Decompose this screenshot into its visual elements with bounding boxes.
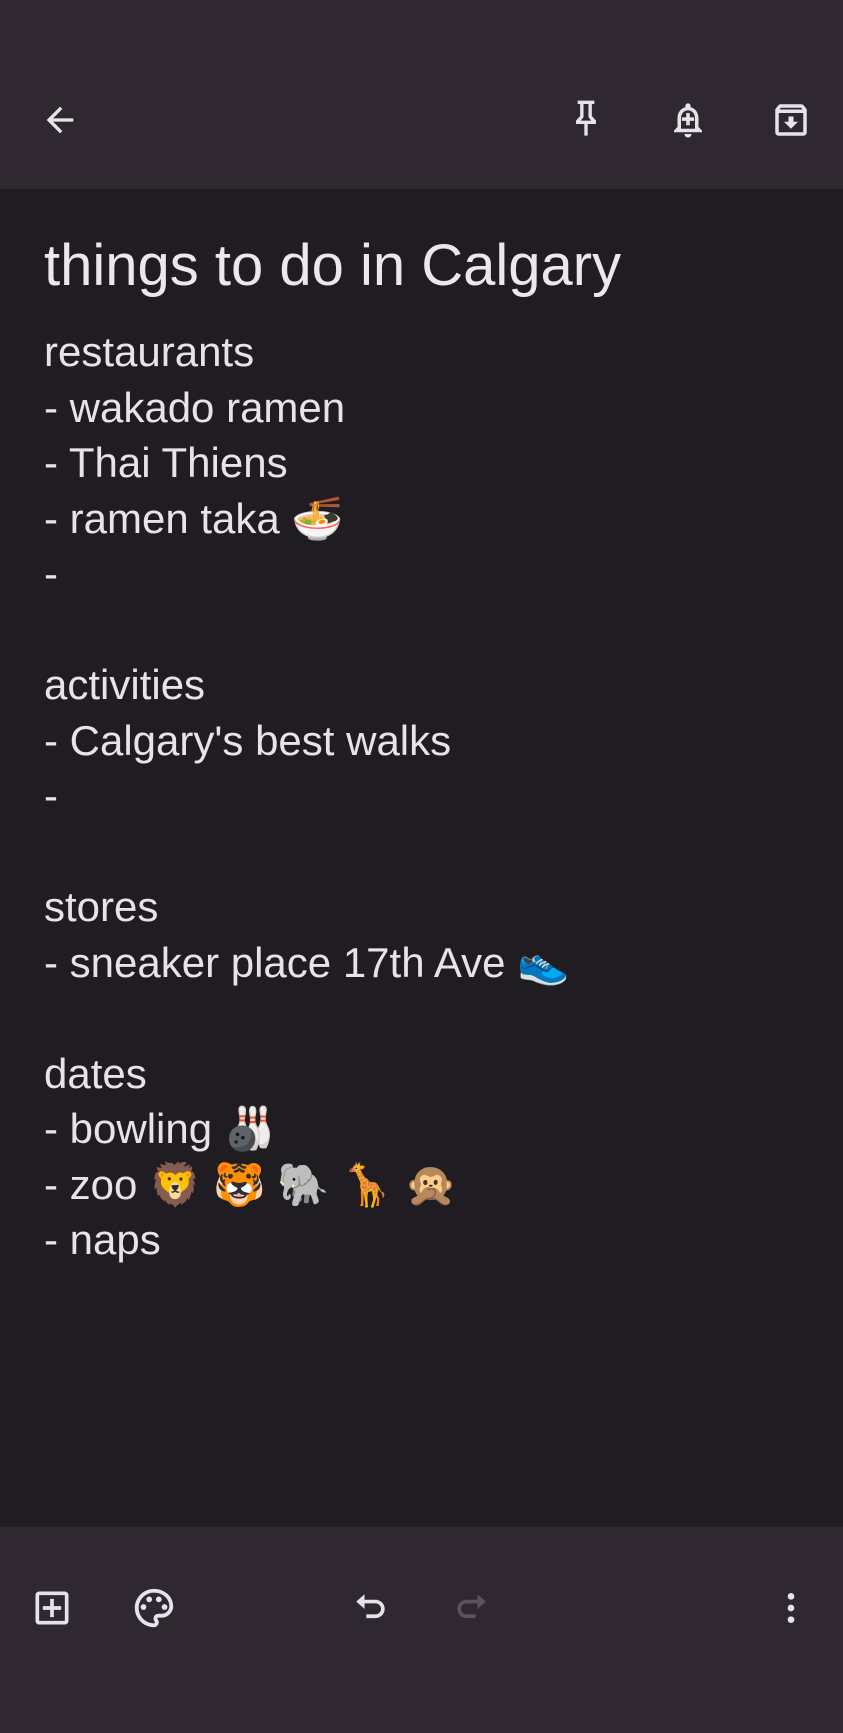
palette-icon: [134, 1588, 174, 1628]
undo-button[interactable]: [338, 1576, 402, 1640]
add-button[interactable]: [20, 1576, 84, 1640]
top-app-bar: [0, 0, 843, 189]
archive-icon: [775, 104, 807, 136]
arrow-left-icon: [46, 106, 74, 134]
redo-icon: [457, 1594, 486, 1619]
add-box-icon: [35, 1591, 69, 1625]
more-vert-icon: [787, 1593, 795, 1623]
archive-button[interactable]: [759, 88, 823, 152]
note-title[interactable]: things to do in Calgary: [44, 230, 621, 302]
note-editor[interactable]: things to do in Calgary restaurants - wa…: [0, 189, 843, 1527]
back-button[interactable]: [28, 88, 92, 152]
pin-button[interactable]: [554, 87, 618, 151]
bell-plus-icon: [674, 103, 702, 138]
palette-button[interactable]: [122, 1576, 186, 1640]
note-body[interactable]: restaurants - wakado ramen - Thai Thiens…: [44, 324, 804, 1268]
pin-icon: [576, 100, 596, 136]
more-options-button[interactable]: [759, 1576, 823, 1640]
reminder-button[interactable]: [656, 88, 720, 152]
redo-button[interactable]: [440, 1576, 504, 1640]
undo-icon: [356, 1594, 385, 1619]
bottom-toolbar: [0, 1527, 843, 1733]
